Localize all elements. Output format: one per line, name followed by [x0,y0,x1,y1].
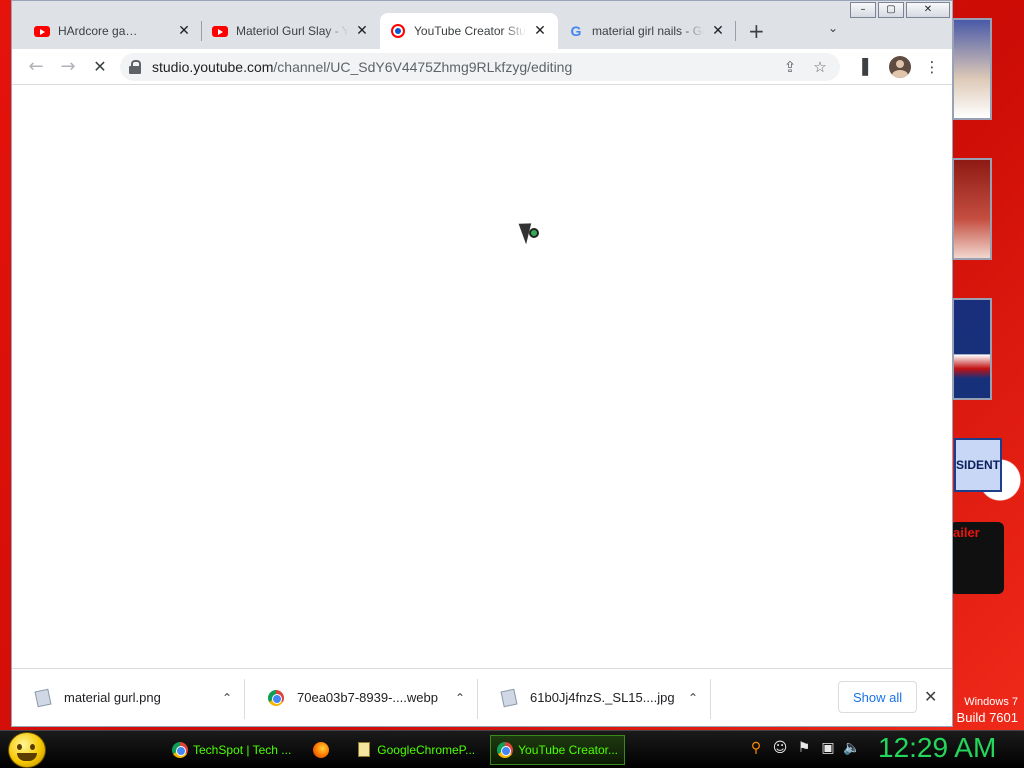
share-icon[interactable]: ⇪ [778,58,802,76]
stop-loading-icon[interactable]: ✕ [86,53,114,81]
window-close-button[interactable]: ✕ [906,2,950,18]
file-image-icon [500,688,518,707]
youtube-icon [34,23,50,39]
tab-strip: – ▢ ✕ HArdcore ga… ✕ Materiol Gurl Slay … [12,1,952,49]
system-tray: ⚲ ☺ ⚑ ▣ 🔈 [744,740,864,756]
menu-kebab-icon[interactable]: ⋮ [916,58,948,76]
chat-icon[interactable]: ☺ [768,740,792,756]
tab-close-icon[interactable]: ✕ [176,23,192,39]
network-icon[interactable]: ▣ [816,740,840,756]
chevron-up-icon[interactable]: ⌃ [452,691,468,705]
busy-cursor-icon [529,228,539,238]
search-icon[interactable]: ⚲ [744,740,768,756]
tab-1[interactable]: HArdcore ga… ✕ [24,13,202,49]
wallpaper-poster-1 [952,18,992,120]
download-shelf: material gurl.png ⌃ 70ea03b7-8939-....we… [12,668,952,726]
chevron-up-icon[interactable]: ⌃ [219,691,235,705]
taskbar-item-document[interactable]: GoogleChromeP... [349,735,482,765]
close-icon[interactable]: ✕ [924,687,937,706]
download-item[interactable]: 70ea03b7-8939-....webp ⌃ [245,669,478,727]
chrome-icon [497,742,514,758]
bookmark-star-icon[interactable]: ☆ [808,58,832,76]
lock-icon[interactable] [128,59,142,74]
chrome-window: – ▢ ✕ HArdcore ga… ✕ Materiol Gurl Slay … [11,0,953,727]
download-item[interactable]: material gurl.png ⌃ [12,669,245,727]
tab-title: HArdcore ga… [58,24,138,38]
side-panel-icon[interactable]: ▌ [852,58,884,76]
url-text[interactable]: studio.youtube.com/channel/UC_SdY6V4475Z… [152,59,772,75]
download-filename: 61b0Jj4fnzS._SL15....jpg [530,690,675,705]
taskbar-item-youtube-creator[interactable]: YouTube Creator... [490,735,625,765]
minimize-button[interactable]: – [850,2,876,18]
tab-search-icon[interactable]: ⌄ [828,21,838,35]
tab-close-icon[interactable]: ✕ [532,23,548,39]
page-content [12,85,952,667]
taskbar-item-label: TechSpot | Tech ... [193,743,292,757]
watermark-os: Windows 7 [964,696,1018,708]
wallpaper-poster-3 [952,298,992,400]
wallpaper-dark-card: ailer [950,522,1004,594]
taskbar: TechSpot | Tech ... GoogleChromeP... You… [0,730,1024,768]
taskbar-item-label: GoogleChromeP... [377,743,476,757]
tab-title: Materiol Gurl Slay - Y [236,24,348,38]
back-icon[interactable]: ← [22,53,50,81]
download-filename: 70ea03b7-8939-....webp [297,690,438,705]
taskbar-item-label: YouTube Creator... [518,743,618,757]
windows-watermark: Windows 7 Build 7601 [957,694,1018,726]
tab-title: material girl nails - Go [592,24,704,38]
taskbar-item-techspot[interactable]: TechSpot | Tech ... [165,735,298,765]
show-all-button[interactable]: Show all [838,681,918,713]
start-button[interactable] [8,732,46,768]
wallpaper-poster-2 [952,158,992,260]
wallpaper-badge: SIDENT [954,438,1002,492]
firefox-icon [313,742,330,758]
file-image-icon [34,688,52,707]
tabs: HArdcore ga… ✕ Materiol Gurl Slay - Y ✕ … [24,13,736,49]
toolbar-right: ▌ ⋮ [852,55,948,78]
chrome-icon [172,742,188,758]
download-item[interactable]: 61b0Jj4fnzS._SL15....jpg ⌃ [478,669,711,727]
tab-2[interactable]: Materiol Gurl Slay - Y ✕ [202,13,380,49]
browser-toolbar: ← → ✕ studio.youtube.com/channel/UC_SdY6… [12,49,952,85]
chevron-up-icon[interactable]: ⌃ [685,691,701,705]
chrome-icon [267,689,285,707]
profile-avatar[interactable] [889,55,911,78]
watermark-build: Build 7601 [956,710,1018,725]
address-bar[interactable]: studio.youtube.com/channel/UC_SdY6V4475Z… [120,52,840,81]
window-caption-buttons: – ▢ ✕ [848,2,950,18]
volume-icon[interactable]: 🔈 [840,740,864,756]
youtube-icon [212,23,228,39]
tab-4[interactable]: G material girl nails - Go ✕ [558,13,736,49]
google-icon: G [570,23,582,39]
document-icon [356,742,372,758]
taskbar-tasks: TechSpot | Tech ... GoogleChromeP... You… [165,735,633,765]
download-filename: material gurl.png [64,690,161,705]
new-tab-button[interactable]: + [748,19,765,43]
clock[interactable]: 12:29 AM [878,732,996,764]
tab-3[interactable]: YouTube Creator Stuc ✕ [380,13,558,49]
forward-icon[interactable]: → [54,53,82,81]
action-center-flag-icon[interactable]: ⚑ [792,740,816,756]
youtube-studio-icon [390,23,406,39]
tab-close-icon[interactable]: ✕ [710,23,726,39]
tab-close-icon[interactable]: ✕ [354,23,370,39]
taskbar-item-firefox[interactable] [306,735,341,765]
tab-title: YouTube Creator Stuc [414,24,526,38]
maximize-button[interactable]: ▢ [878,2,904,18]
